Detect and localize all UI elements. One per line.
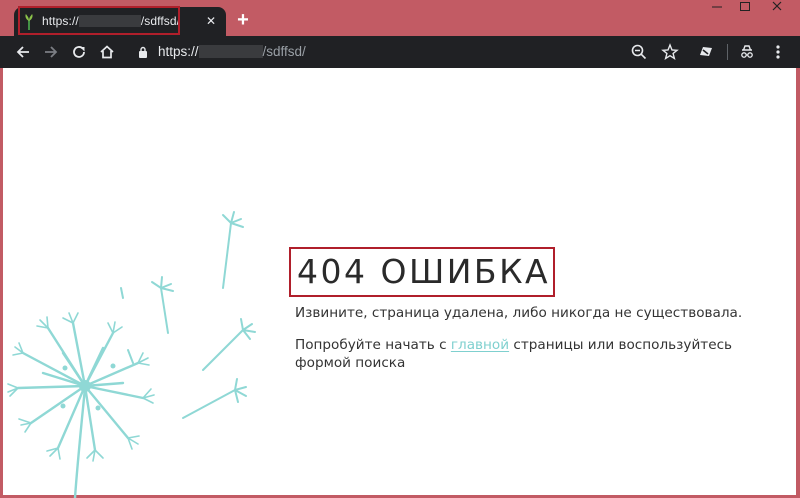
zoom-icon[interactable] — [629, 42, 649, 62]
browser-toolbar: https:// /sdffsd/ — [0, 36, 800, 68]
tab-strip: https:// /sdffsd/ ✕ + — [0, 0, 800, 36]
url-text: https:// /sdffsd/ — [158, 44, 306, 59]
minimize-icon[interactable] — [708, 0, 726, 12]
new-tab-button[interactable]: + — [233, 10, 253, 30]
suggestion-text: Попробуйте начать с главной страницы или… — [295, 336, 775, 372]
masked-domain — [78, 15, 141, 27]
tab-title: https:// /sdffsd/ — [42, 14, 180, 28]
lock-icon — [139, 46, 147, 58]
url-suffix: /sdffsd/ — [262, 44, 306, 59]
forward-arrow-icon[interactable] — [41, 42, 61, 62]
dandelion-illustration — [7, 211, 256, 498]
incognito-icon[interactable] — [737, 42, 757, 62]
masked-domain — [198, 45, 263, 58]
tab-title-suffix: /sdffsd/ — [140, 14, 181, 28]
address-bar[interactable]: https:// /sdffsd/ — [128, 39, 688, 65]
window-close-icon[interactable] — [768, 0, 786, 12]
tab-title-prefix: https:// — [42, 14, 79, 28]
maximize-icon[interactable] — [736, 0, 754, 12]
favicon-icon — [25, 14, 33, 30]
page-viewport: 404 ОШИБКА Извините, страница удалена, л… — [3, 68, 796, 498]
star-icon[interactable] — [660, 42, 680, 62]
extension-icon[interactable] — [696, 42, 716, 62]
close-icon[interactable]: ✕ — [203, 13, 219, 29]
page-title: 404 ОШИБКА — [297, 252, 551, 291]
home-icon[interactable] — [97, 42, 117, 62]
toolbar-divider — [727, 44, 728, 60]
reload-icon[interactable] — [69, 42, 89, 62]
error-message: Извините, страница удалена, либо никогда… — [295, 305, 743, 321]
url-prefix: https:// — [158, 44, 199, 59]
suggestion-before: Попробуйте начать с — [295, 337, 451, 353]
menu-icon[interactable] — [768, 42, 788, 62]
home-page-link[interactable]: главной — [451, 337, 509, 353]
back-arrow-icon[interactable] — [13, 42, 33, 62]
browser-tab[interactable]: https:// /sdffsd/ ✕ — [14, 7, 226, 36]
